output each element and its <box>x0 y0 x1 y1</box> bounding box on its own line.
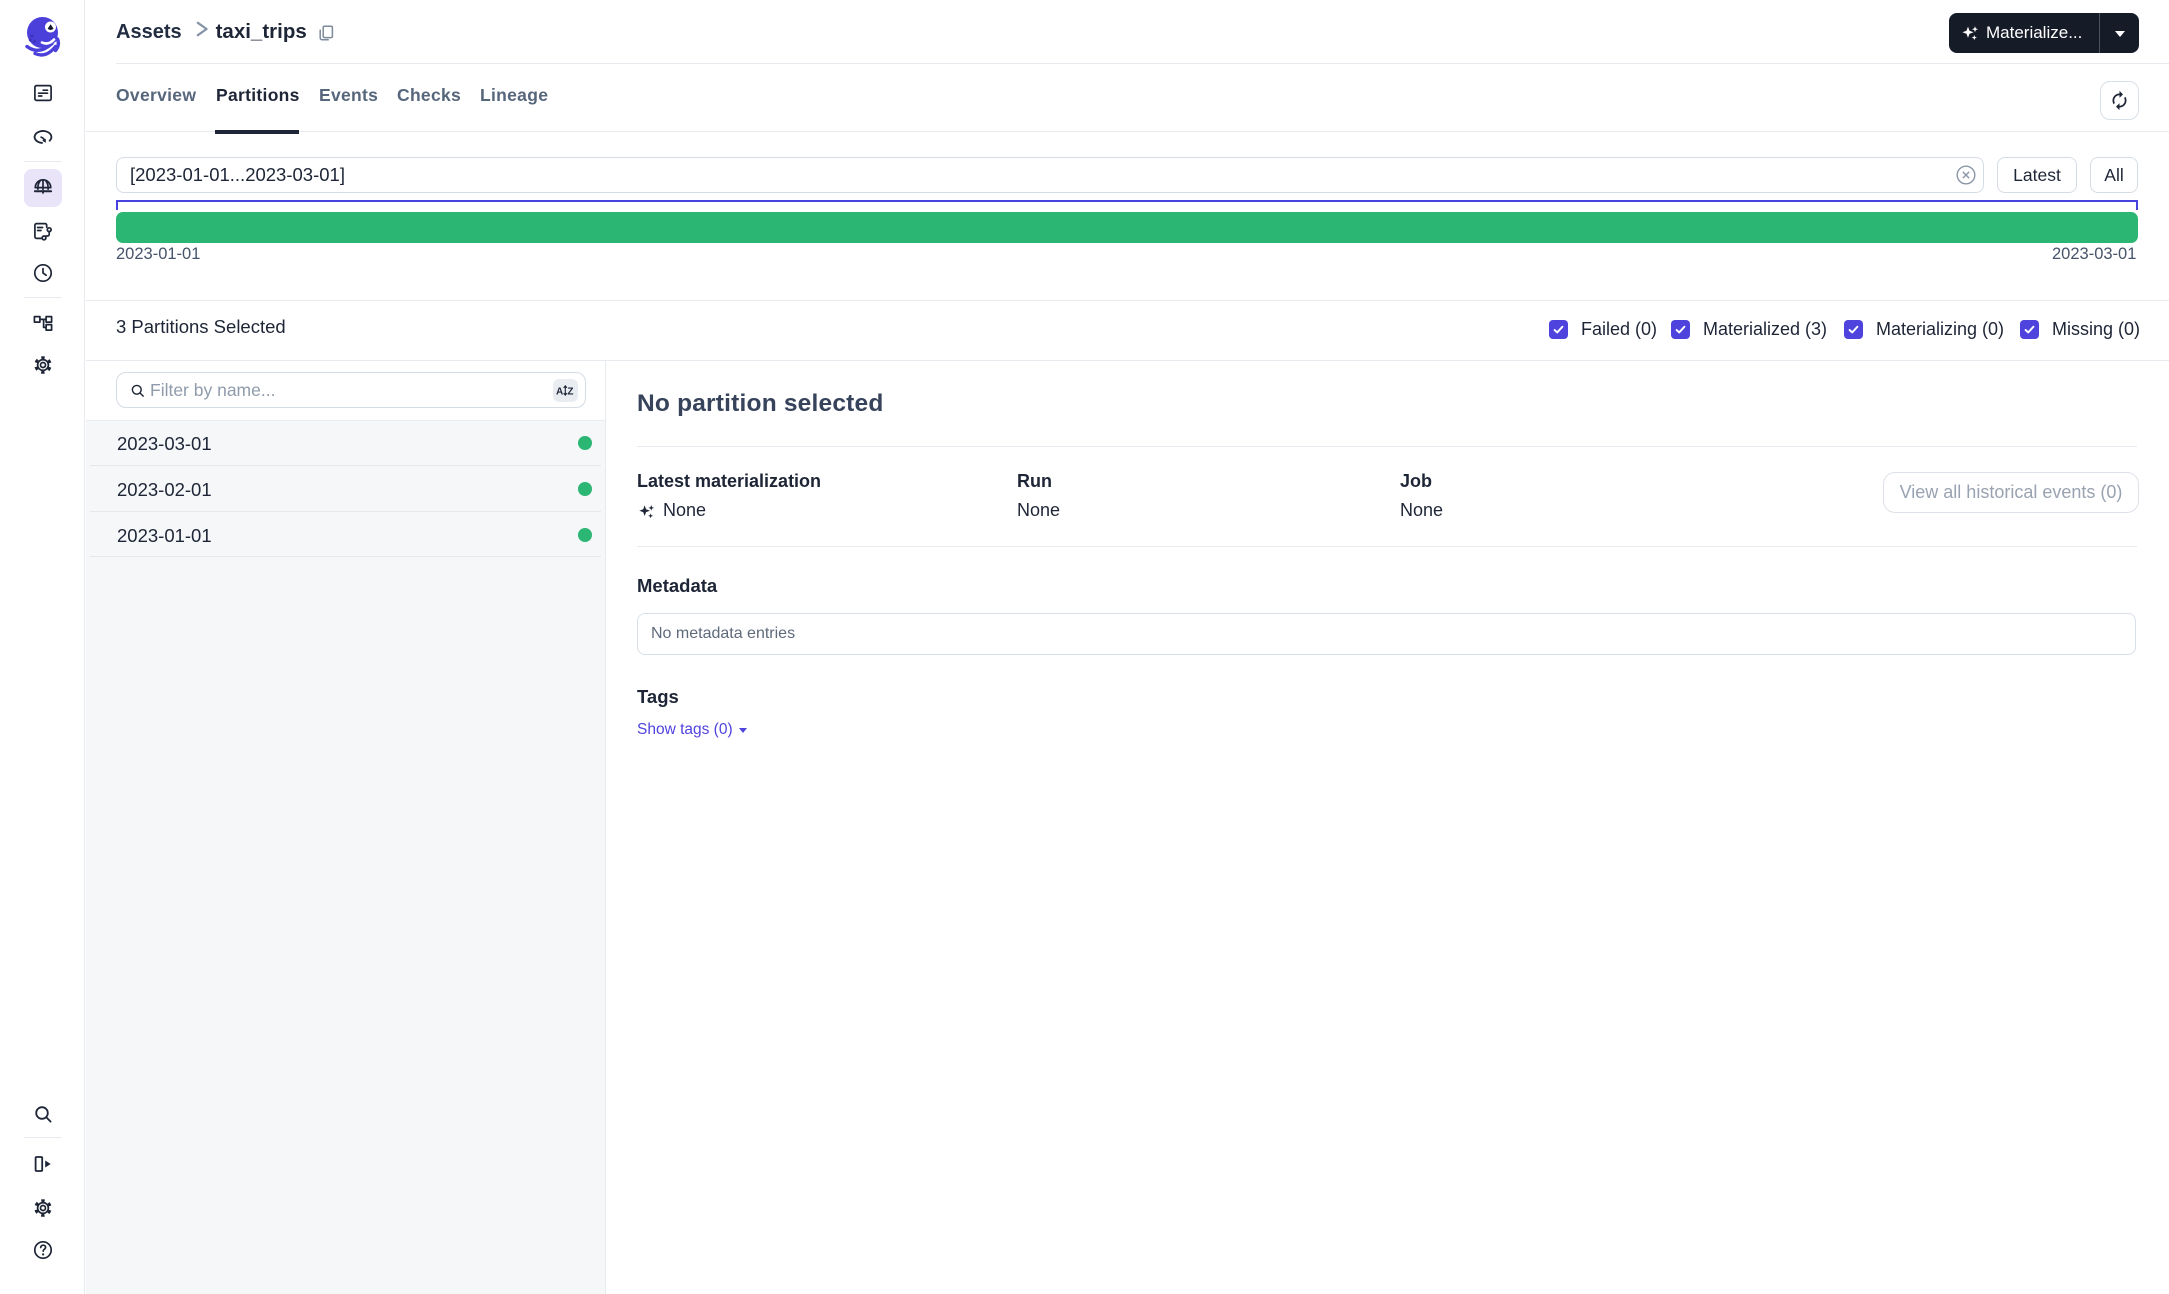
svg-text:Z: Z <box>567 387 573 398</box>
svg-text:A: A <box>556 387 563 398</box>
